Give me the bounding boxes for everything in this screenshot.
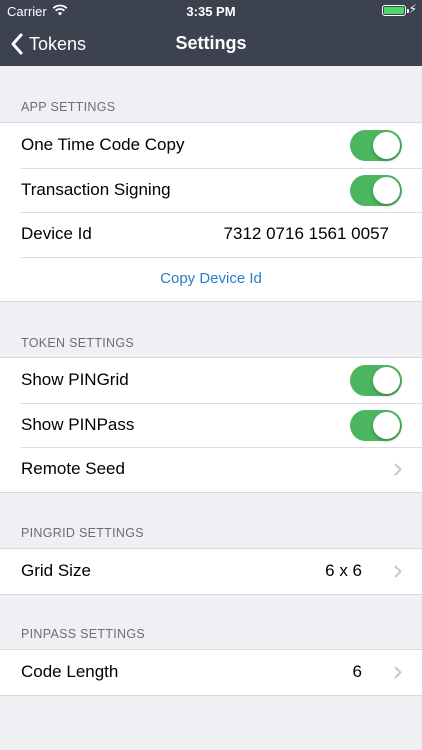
top-bar: Carrier 3:35 PM ⚡︎ Tokens Settings — [0, 0, 422, 66]
copy-device-id-row: Copy Device Id — [0, 256, 422, 302]
grid-size-value: 6 x 6 — [325, 561, 362, 581]
grid-size-row[interactable]: Grid Size 6 x 6 — [0, 549, 422, 594]
transaction-signing-label: Transaction Signing — [21, 179, 171, 199]
pinpass-settings-group: Code Length 6 — [0, 649, 422, 696]
status-bar: Carrier 3:35 PM ⚡︎ — [0, 0, 422, 22]
token-settings-group: Show PINGrid Show PINPass Remote Seed — [0, 357, 422, 493]
app-settings-group: One Time Code Copy Transaction Signing D… — [0, 122, 422, 302]
show-pinpass-row: Show PINPass — [0, 402, 422, 448]
transaction-signing-toggle[interactable] — [350, 174, 402, 206]
chevron-right-icon — [394, 565, 402, 578]
battery-icon — [382, 5, 409, 16]
section-header-pingrid-settings: PINGRID SETTINGS — [21, 526, 144, 540]
code-length-row[interactable]: Code Length 6 — [0, 650, 422, 695]
show-pinpass-label: Show PINPass — [21, 414, 135, 434]
one-time-code-copy-toggle[interactable] — [350, 130, 402, 161]
code-length-value: 6 — [352, 662, 362, 682]
device-id-row: Device Id 7312 0716 1561 0057 — [0, 212, 422, 257]
pingrid-settings-group: Grid Size 6 x 6 — [0, 548, 422, 595]
section-header-pinpass-settings: PINPASS SETTINGS — [21, 627, 146, 641]
section-header-app-settings: APP SETTINGS — [21, 100, 116, 114]
one-time-code-copy-row: One Time Code Copy — [0, 123, 422, 168]
navigation-bar: Tokens Settings — [0, 22, 422, 66]
show-pingrid-row: Show PINGrid — [0, 358, 422, 403]
charging-bolt-icon: ⚡︎ — [408, 2, 417, 16]
show-pingrid-toggle[interactable] — [350, 365, 402, 396]
copy-device-id-button[interactable]: Copy Device Id — [160, 270, 262, 287]
grid-size-label: Grid Size — [21, 561, 91, 581]
remote-seed-row[interactable]: Remote Seed — [0, 447, 422, 492]
chevron-right-icon — [394, 463, 402, 476]
page-title: Settings — [175, 33, 247, 53]
one-time-code-copy-label: One Time Code Copy — [21, 135, 185, 155]
device-id-value: 7312 0716 1561 0057 — [223, 224, 389, 244]
remote-seed-label: Remote Seed — [21, 459, 125, 479]
show-pinpass-toggle[interactable] — [350, 409, 402, 441]
device-id-label: Device Id — [21, 224, 92, 244]
transaction-signing-row: Transaction Signing — [0, 167, 422, 213]
show-pingrid-label: Show PINGrid — [21, 370, 129, 390]
section-header-token-settings: TOKEN SETTINGS — [21, 336, 135, 350]
status-time: 3:35 PM — [186, 4, 236, 19]
code-length-label: Code Length — [21, 662, 119, 682]
chevron-right-icon — [394, 666, 402, 679]
